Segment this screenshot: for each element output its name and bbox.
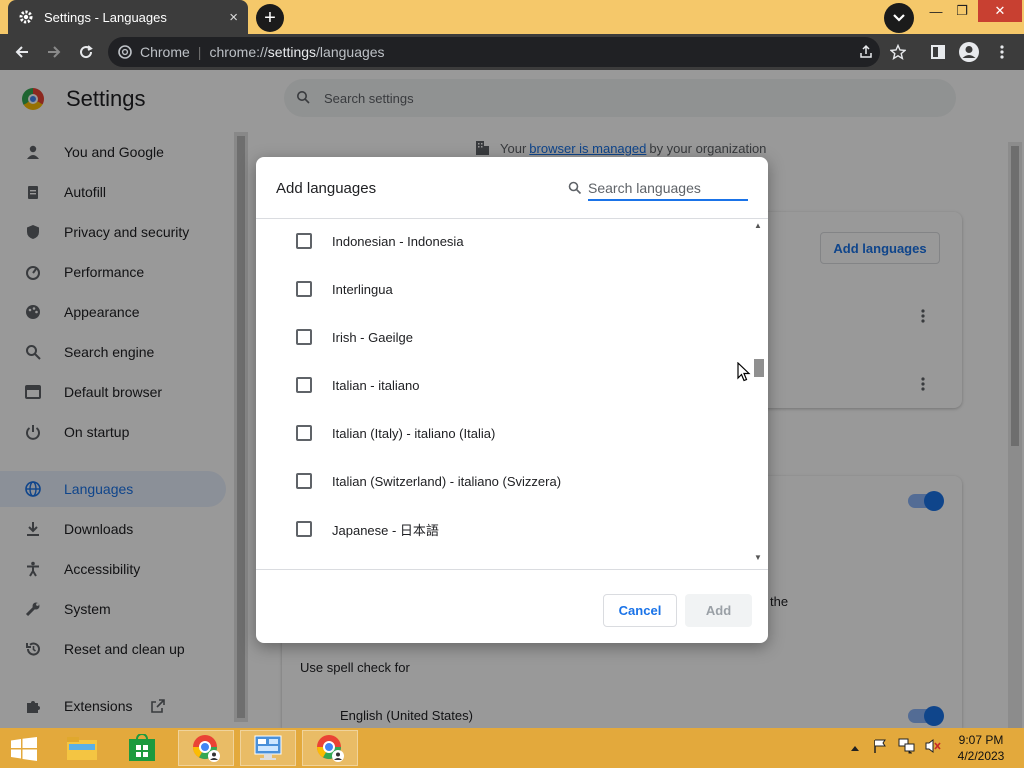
search-icon	[568, 181, 582, 200]
store-taskbar-icon[interactable]	[114, 730, 170, 766]
clock-time: 9:07 PM	[958, 733, 1004, 747]
list-item[interactable]: Italian - italiano	[256, 361, 750, 409]
omnibox-separator: |	[197, 44, 202, 60]
windows-logo-icon	[11, 737, 37, 761]
url-host: settings	[267, 44, 317, 60]
language-list: Indonesian - Indonesia Interlingua Irish…	[256, 219, 750, 569]
profile-button[interactable]	[955, 38, 983, 66]
side-panel-icon	[931, 45, 945, 59]
profile-avatar-icon	[959, 42, 979, 62]
chrome-taskbar-icon[interactable]	[178, 730, 234, 766]
search-languages-field[interactable]	[568, 177, 748, 201]
windows-start-button[interactable]	[10, 737, 38, 766]
language-label: Interlingua	[332, 281, 393, 297]
tab-settings-languages[interactable]: Settings - Languages ×	[8, 0, 248, 34]
language-checkbox[interactable]	[296, 521, 312, 537]
close-window-button[interactable]: ✕	[978, 0, 1022, 22]
share-icon	[860, 44, 872, 58]
search-languages-input[interactable]	[588, 177, 748, 201]
dialog-title: Add languages	[276, 180, 377, 197]
back-button[interactable]	[8, 38, 36, 66]
network-icon[interactable]	[898, 738, 916, 759]
list-item[interactable]	[256, 553, 750, 569]
list-item[interactable]: Japanese - 日本語	[256, 505, 750, 553]
language-label: Italian - italiano	[332, 377, 420, 393]
language-label: Italian (Switzerland) - italiano (Svizze…	[332, 473, 562, 489]
title-bar: Settings - Languages × + — ❐ ✕	[0, 0, 1024, 34]
language-label: Italian (Italy) - italiano (Italia)	[332, 425, 496, 441]
control-panel-taskbar-icon[interactable]	[240, 730, 296, 766]
new-tab-button[interactable]: +	[256, 4, 284, 32]
forward-button[interactable]	[40, 38, 68, 66]
more-vert-icon	[1000, 45, 1004, 59]
back-arrow-icon	[15, 46, 28, 58]
volume-muted-icon[interactable]	[924, 738, 942, 759]
dialog-divider	[256, 569, 768, 570]
cancel-button[interactable]: Cancel	[603, 594, 677, 627]
language-checkbox[interactable]	[296, 473, 312, 489]
list-item[interactable]: Irish - Gaeilge	[256, 313, 750, 361]
chevron-down-icon	[893, 9, 905, 27]
list-item[interactable]: Indonesian - Indonesia	[256, 219, 750, 265]
clock-date: 4/2/2023	[957, 749, 1005, 763]
site-label: Chrome	[140, 44, 190, 60]
show-hidden-icons-icon[interactable]	[850, 739, 860, 757]
taskbar-clock[interactable]: 9:07 PM 4/2/2023	[950, 732, 1012, 764]
forward-arrow-icon	[48, 46, 61, 58]
scroll-up-arrow-icon[interactable]: ▲	[754, 221, 762, 230]
url-prefix: chrome://	[209, 44, 268, 60]
share-button[interactable]	[852, 38, 880, 66]
restore-button[interactable]: ❐	[950, 0, 974, 22]
chrome-profile-taskbar-icon[interactable]	[302, 730, 358, 766]
star-icon	[890, 44, 906, 60]
reload-icon	[80, 45, 93, 59]
list-item[interactable]: Italian (Italy) - italiano (Italia)	[256, 409, 750, 457]
language-checkbox[interactable]	[296, 281, 312, 297]
action-center-flag-icon[interactable]	[872, 738, 888, 759]
add-languages-dialog: Add languages Indonesian - Indonesia Int…	[256, 157, 768, 643]
language-list-scrollbar[interactable]	[752, 219, 766, 569]
tab-close-icon[interactable]: ×	[229, 9, 238, 26]
language-label: Japanese - 日本語	[332, 522, 439, 538]
bookmark-button[interactable]	[884, 38, 912, 66]
tab-title: Settings - Languages	[44, 9, 167, 25]
language-list-scrollbar-thumb[interactable]	[754, 359, 764, 377]
language-checkbox[interactable]	[296, 377, 312, 393]
mouse-cursor-icon	[737, 361, 751, 387]
taskbar: 9:07 PM 4/2/2023	[0, 728, 1024, 768]
browser-menu-button[interactable]	[988, 38, 1016, 66]
language-checkbox[interactable]	[296, 233, 312, 249]
url-path: /languages	[316, 44, 385, 60]
reload-button[interactable]	[72, 38, 100, 66]
language-label: Irish - Gaeilge	[332, 329, 413, 345]
list-item[interactable]: Italian (Switzerland) - italiano (Svizze…	[256, 457, 750, 505]
language-checkbox[interactable]	[296, 425, 312, 441]
file-explorer-taskbar-icon[interactable]	[54, 730, 110, 766]
chrome-site-icon	[118, 45, 132, 59]
tab-search-button[interactable]	[884, 3, 914, 33]
scroll-down-arrow-icon[interactable]: ▼	[754, 553, 762, 562]
side-panel-button[interactable]	[924, 38, 952, 66]
language-checkbox[interactable]	[296, 329, 312, 345]
minimize-button[interactable]: —	[924, 0, 948, 22]
language-label: Indonesian - Indonesia	[332, 233, 464, 249]
gear-icon	[18, 9, 34, 25]
address-bar[interactable]: Chrome | chrome://settings/languages	[108, 37, 880, 67]
add-button[interactable]: Add	[685, 594, 752, 627]
system-tray	[850, 728, 942, 768]
list-item[interactable]: Interlingua	[256, 265, 750, 313]
browser-toolbar: Chrome | chrome://settings/languages	[0, 34, 1024, 70]
